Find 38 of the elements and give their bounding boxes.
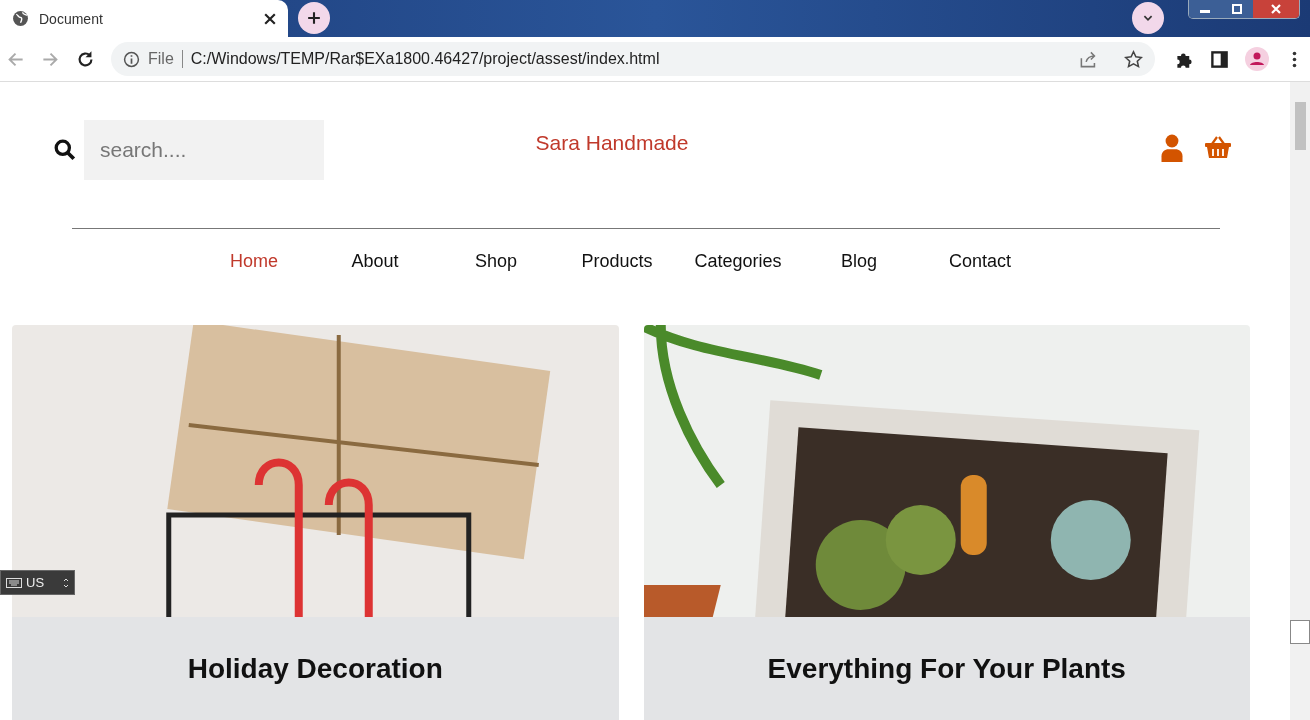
keyboard-icon [6, 577, 22, 588]
info-icon [123, 50, 140, 68]
card-title: Holiday Decoration [187, 653, 443, 686]
globe-icon [12, 10, 29, 27]
nav-link[interactable]: Blog [798, 251, 920, 272]
nav-link[interactable]: Products [556, 251, 678, 272]
maximize-button[interactable] [1221, 0, 1253, 18]
reload-icon[interactable] [76, 49, 95, 69]
card-title: Everything For Your Plants [767, 653, 1126, 686]
address-bar[interactable]: File C:/Windows/TEMP/Rar$EXa1800.46427/project/assest/index.html [111, 42, 1155, 76]
scheme-label: File [148, 50, 174, 68]
nav-link[interactable]: Shop [435, 251, 557, 272]
nav-link[interactable]: Contact [919, 251, 1041, 272]
updown-icon [63, 576, 69, 589]
nav-link[interactable]: About [314, 251, 436, 272]
minimize-button[interactable] [1189, 0, 1221, 18]
language-label: US [26, 575, 46, 590]
search-icon[interactable] [54, 139, 76, 161]
profile-avatar[interactable] [1245, 47, 1269, 71]
nav-link[interactable]: Categories [677, 251, 799, 272]
plus-icon [307, 11, 321, 25]
brand-name[interactable]: Sara Handmade [394, 131, 830, 155]
url-text: C:/Windows/TEMP/Rar$EXa1800.46427/project/assest/index.html [190, 50, 660, 68]
maximize-icon [1230, 4, 1244, 14]
language-indicator[interactable]: US [0, 570, 75, 595]
scrollbar-thumb[interactable] [1295, 102, 1306, 150]
new-tab-button[interactable] [298, 2, 330, 34]
tab-search-button[interactable] [1132, 2, 1164, 34]
resize-handle[interactable] [1290, 620, 1310, 644]
star-icon[interactable] [1124, 49, 1143, 69]
share-icon[interactable] [1079, 49, 1098, 69]
search-field[interactable]: search.... [84, 120, 324, 180]
close-window-button[interactable] [1253, 0, 1299, 18]
scrollbar[interactable] [1290, 82, 1310, 720]
user-icon[interactable] [1160, 134, 1184, 162]
side-panel-icon[interactable] [1210, 49, 1229, 69]
basket-icon[interactable] [1204, 134, 1232, 160]
nav-link[interactable]: Home [193, 251, 315, 272]
